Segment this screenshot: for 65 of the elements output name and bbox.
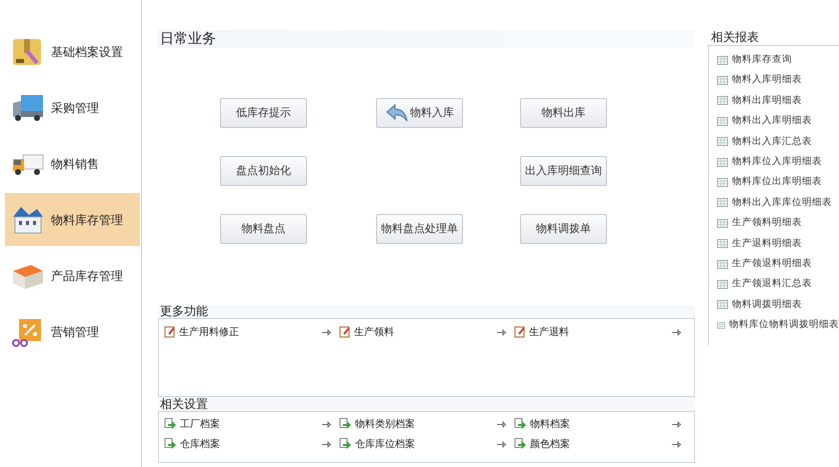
section-title: 相关报表: [710, 30, 760, 45]
report-link[interactable]: 物料调拨明细表: [732, 298, 802, 312]
document-arrow-icon: [164, 438, 177, 450]
table-icon: [717, 218, 728, 228]
table-icon: [717, 137, 728, 146]
table-icon: [717, 260, 728, 269]
edit-document-icon: [339, 326, 351, 338]
function-link[interactable]: 颜色档案: [530, 436, 570, 452]
report-link[interactable]: 生产领退料汇总表: [732, 277, 812, 292]
table-icon: [717, 116, 728, 126]
function-link[interactable]: 物料档案: [530, 416, 570, 432]
report-link[interactable]: 物料出入库库位明细表: [732, 196, 832, 210]
document-arrow-icon: [164, 418, 177, 430]
report-link[interactable]: 生产领退料明细表: [732, 256, 812, 272]
function-link[interactable]: 生产用料修正: [179, 324, 239, 340]
table-icon: [717, 198, 728, 208]
action-button[interactable]: 低库存提示: [220, 98, 307, 128]
report-link[interactable]: 物料出库明细表: [732, 94, 802, 108]
table-icon: [717, 320, 725, 330]
report-link[interactable]: 生产退料明细表: [732, 236, 802, 251]
function-link[interactable]: 工厂档案: [180, 416, 220, 432]
sidebar-item[interactable]: 营销管理: [5, 305, 140, 358]
report-link[interactable]: 生产领料明细表: [732, 216, 802, 230]
sidebar-item[interactable]: 基础档案设置: [5, 25, 140, 78]
action-button[interactable]: 物料出库: [520, 98, 607, 128]
section-title: 更多功能: [158, 305, 695, 318]
table-icon: [717, 280, 728, 289]
sidebar-item[interactable]: 产品库存管理: [5, 249, 140, 302]
action-button[interactable]: 物料盘点: [220, 214, 307, 244]
document-arrow-icon: [514, 438, 527, 450]
function-link[interactable]: 物料类别档案: [355, 416, 415, 432]
report-link[interactable]: 物料库位出库明细表: [732, 175, 822, 190]
document-arrow-icon: [339, 438, 352, 450]
function-link[interactable]: 生产领料: [354, 324, 394, 340]
action-button[interactable]: 出入库明细查询: [520, 156, 607, 186]
report-link[interactable]: 物料出入库汇总表: [732, 134, 812, 149]
section-title: 日常业务: [158, 30, 695, 48]
document-arrow-icon: [339, 418, 352, 430]
table-icon: [717, 178, 728, 188]
report-link[interactable]: 物料库位物料调拨明细表: [729, 318, 839, 332]
table-icon: [717, 239, 728, 248]
report-link[interactable]: 物料库存查询: [732, 53, 792, 68]
action-button[interactable]: 物料入库: [376, 98, 463, 128]
table-icon: [717, 300, 728, 310]
action-button[interactable]: 盘点初始化: [220, 156, 307, 186]
table-icon: [717, 96, 728, 106]
edit-document-icon: [514, 326, 526, 338]
function-link[interactable]: 仓库库位档案: [355, 436, 415, 452]
table-icon: [717, 56, 728, 65]
report-link[interactable]: 物料入库明细表: [732, 73, 802, 88]
report-link[interactable]: 物料出入库明细表: [732, 114, 812, 128]
function-link[interactable]: 仓库档案: [180, 436, 220, 452]
table-icon: [717, 158, 728, 167]
sidebar-item[interactable]: 物料销售: [5, 137, 140, 190]
function-link[interactable]: 生产退料: [529, 324, 569, 340]
sidebar-item[interactable]: 采购管理: [5, 81, 140, 134]
back-arrow-icon: [385, 104, 409, 122]
sidebar-item[interactable]: 物料库存管理: [5, 193, 140, 246]
document-arrow-icon: [514, 418, 527, 430]
report-link[interactable]: 物料库位入库明细表: [732, 155, 822, 170]
action-button[interactable]: 物料盘点处理单: [376, 214, 463, 244]
action-button[interactable]: 物料调拨单: [520, 214, 607, 244]
table-icon: [717, 76, 728, 86]
section-title: 相关设置: [158, 397, 695, 411]
edit-document-icon: [164, 326, 176, 338]
